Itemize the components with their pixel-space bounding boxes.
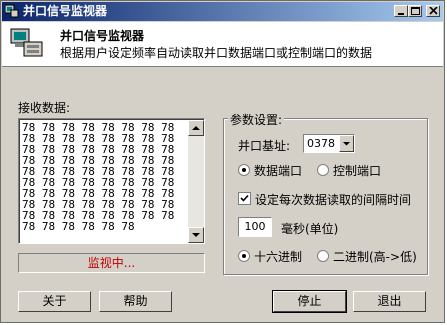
port-base-select[interactable]: 0378 bbox=[303, 134, 355, 153]
header-panel: 并口信号监视器 根据用户设定频率自动读取并口数据端口或控制端口的数据 bbox=[2, 22, 443, 67]
data-port-label: 数据端口 bbox=[254, 164, 303, 178]
about-button[interactable]: 关于 bbox=[18, 291, 91, 312]
header-description: 根据用户设定频率自动读取并口数据端口或控制端口的数据 bbox=[60, 46, 373, 60]
minimize-button[interactable] bbox=[394, 5, 408, 17]
receive-data-textarea[interactable]: 78 78 78 78 78 78 78 78 78 78 78 78 78 7… bbox=[18, 118, 205, 244]
close-icon bbox=[429, 7, 438, 15]
receive-data-scrollbar[interactable] bbox=[188, 120, 204, 243]
binary-radio[interactable] bbox=[317, 250, 329, 262]
maximize-button[interactable] bbox=[408, 5, 422, 17]
control-port-label: 控制端口 bbox=[333, 164, 382, 178]
triangle-up-icon bbox=[192, 126, 200, 130]
help-button[interactable]: 帮助 bbox=[99, 291, 172, 312]
interval-checkbox[interactable] bbox=[238, 192, 251, 205]
interval-input[interactable]: 100 bbox=[238, 217, 272, 237]
header-title: 并口信号监视器 bbox=[60, 29, 145, 43]
chevron-down-icon bbox=[343, 142, 350, 146]
control-port-radio[interactable] bbox=[317, 164, 329, 176]
triangle-down-icon bbox=[192, 233, 200, 237]
port-base-dropdown-button[interactable] bbox=[339, 135, 354, 152]
minimize-icon bbox=[398, 13, 404, 15]
hex-label: 十六进制 bbox=[254, 250, 303, 264]
title-bar[interactable]: 并口信号监视器 bbox=[2, 2, 443, 21]
binary-label: 二进制(高->低) bbox=[333, 250, 417, 264]
port-base-label: 并口基址: bbox=[238, 139, 291, 153]
exit-button[interactable]: 退出 bbox=[353, 291, 426, 312]
close-button[interactable] bbox=[426, 5, 440, 17]
port-base-value: 0378 bbox=[307, 137, 335, 150]
computer-icon bbox=[10, 28, 43, 57]
window-title: 并口信号监视器 bbox=[23, 4, 108, 18]
interval-unit-label: 毫秒(单位) bbox=[281, 222, 339, 236]
scroll-down-button[interactable] bbox=[188, 227, 204, 243]
status-display: 监视中... bbox=[18, 253, 205, 273]
parameter-settings-label: 参数设置: bbox=[228, 111, 285, 128]
checkmark-icon bbox=[240, 194, 249, 202]
stop-button[interactable]: 停止 bbox=[272, 290, 347, 313]
app-icon bbox=[5, 4, 19, 18]
scroll-up-button[interactable] bbox=[188, 120, 204, 136]
main-window: 并口信号监视器 并口信号监视器 根据用户设定频率自动读取并口数据端口或控制端口的… bbox=[0, 0, 445, 323]
interval-checkbox-label: 设定每次数据读取的间隔时间 bbox=[255, 193, 412, 207]
receive-data-content: 78 78 78 78 78 78 78 78 78 78 78 78 78 7… bbox=[22, 121, 181, 233]
receive-data-label: 接收数据: bbox=[18, 101, 71, 115]
maximize-icon bbox=[411, 7, 420, 15]
data-port-radio[interactable] bbox=[238, 164, 250, 176]
hex-radio[interactable] bbox=[238, 250, 250, 262]
